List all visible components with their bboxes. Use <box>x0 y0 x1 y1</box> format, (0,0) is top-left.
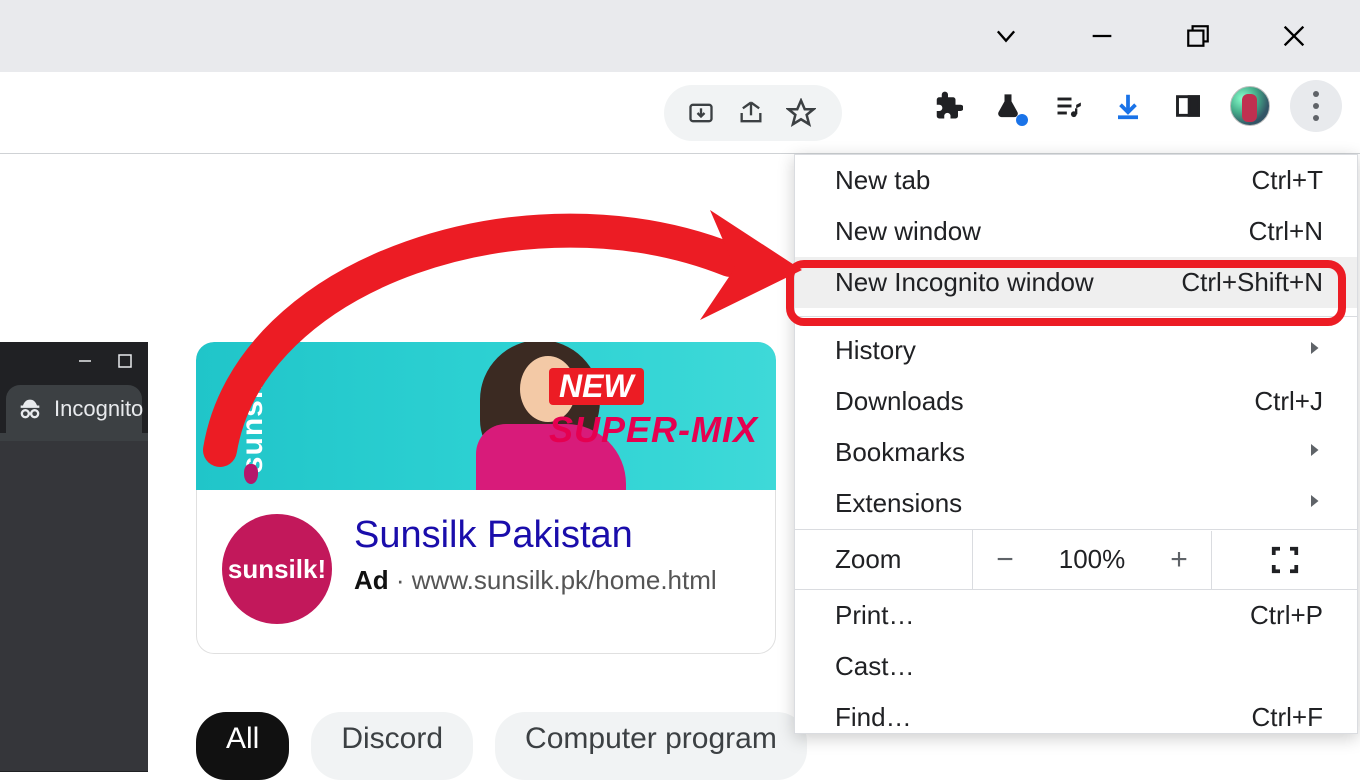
toolbar-icon-row <box>930 86 1270 126</box>
tablist-chevron-icon[interactable] <box>986 16 1026 56</box>
menu-history[interactable]: History <box>795 325 1357 376</box>
menu-label: Extensions <box>835 488 962 519</box>
labs-icon[interactable] <box>990 88 1026 124</box>
omnibox-right-cluster <box>664 85 842 141</box>
ad-banner-text: NEW SUPER-MIX <box>549 368 758 451</box>
menu-label: Find… <box>835 702 912 733</box>
menu-bookmarks[interactable]: Bookmarks <box>795 427 1357 478</box>
ad-subline: Ad · www.sunsilk.pk/home.html <box>354 565 717 596</box>
zoom-label: Zoom <box>795 530 973 589</box>
incognito-tab-label: Incognito <box>54 396 143 422</box>
ad-vertical-brand: sunsilk <box>218 356 288 480</box>
menu-downloads[interactable]: Downloads Ctrl+J <box>795 376 1357 427</box>
menu-label: Cast… <box>835 651 914 682</box>
chevron-right-icon <box>1305 335 1323 366</box>
menu-label: History <box>835 335 916 366</box>
ad-title[interactable]: Sunsilk Pakistan <box>354 514 717 557</box>
menu-new-tab[interactable]: New tab Ctrl+T <box>795 155 1357 206</box>
share-icon[interactable] <box>736 98 766 128</box>
zoom-out-button[interactable]: − <box>973 543 1037 577</box>
chip-computer-program[interactable]: Computer program <box>495 712 807 780</box>
menu-label: New window <box>835 216 981 247</box>
window-titlebar <box>0 0 1360 72</box>
incognito-tab[interactable]: Incognito <box>6 385 142 433</box>
chevron-right-icon <box>1305 437 1323 468</box>
close-button[interactable] <box>1274 16 1314 56</box>
menu-find[interactable]: Find… Ctrl+F <box>795 692 1357 733</box>
menu-shortcut: Ctrl+P <box>1250 600 1323 631</box>
menu-shortcut: Ctrl+Shift+N <box>1181 267 1323 298</box>
zoom-percent: 100% <box>1037 544 1147 575</box>
chip-all[interactable]: All <box>196 712 289 780</box>
menu-label: Print… <box>835 600 914 631</box>
more-menu-button[interactable] <box>1290 80 1342 132</box>
chevron-right-icon <box>1305 488 1323 519</box>
ad-banner: sunsilk NEW SUPER-MIX <box>196 342 776 490</box>
filter-chip-row: All Discord Computer program <box>196 712 807 780</box>
menu-shortcut: Ctrl+J <box>1254 386 1323 417</box>
downloads-icon[interactable] <box>1110 88 1146 124</box>
menu-zoom-row: Zoom − 100% + <box>795 529 1357 590</box>
menu-new-incognito[interactable]: New Incognito window Ctrl+Shift+N <box>795 257 1357 308</box>
chip-discord[interactable]: Discord <box>311 712 473 780</box>
minimize-icon[interactable] <box>76 352 94 375</box>
browser-toolbar <box>0 72 1360 154</box>
incognito-window-preview: Incognito <box>0 342 148 772</box>
ad-brand-logo: sunsilk! <box>222 514 332 624</box>
menu-shortcut: Ctrl+F <box>1252 702 1324 733</box>
search-ad-card[interactable]: sunsilk NEW SUPER-MIX sunsilk! Sunsilk P… <box>196 342 776 654</box>
menu-shortcut: Ctrl+N <box>1249 216 1323 247</box>
menu-shortcut: Ctrl+T <box>1252 165 1324 196</box>
incognito-icon <box>16 395 44 423</box>
profile-avatar[interactable] <box>1230 86 1270 126</box>
menu-separator <box>795 316 1357 317</box>
extensions-icon[interactable] <box>930 88 966 124</box>
zoom-in-button[interactable]: + <box>1147 543 1211 577</box>
chrome-menu: New tab Ctrl+T New window Ctrl+N New Inc… <box>794 154 1358 734</box>
menu-label: New tab <box>835 165 930 196</box>
menu-new-window[interactable]: New window Ctrl+N <box>795 206 1357 257</box>
menu-extensions[interactable]: Extensions <box>795 478 1357 529</box>
maximize-icon[interactable] <box>116 352 134 375</box>
minimize-button[interactable] <box>1082 16 1122 56</box>
menu-label: Bookmarks <box>835 437 965 468</box>
menu-label: Downloads <box>835 386 964 417</box>
install-icon[interactable] <box>686 98 716 128</box>
star-icon[interactable] <box>786 98 816 128</box>
menu-label: New Incognito window <box>835 267 1094 298</box>
fullscreen-button[interactable] <box>1211 531 1357 589</box>
media-control-icon[interactable] <box>1050 88 1086 124</box>
sidepanel-icon[interactable] <box>1170 88 1206 124</box>
menu-print[interactable]: Print… Ctrl+P <box>795 590 1357 641</box>
maximize-button[interactable] <box>1178 16 1218 56</box>
menu-cast[interactable]: Cast… <box>795 641 1357 692</box>
